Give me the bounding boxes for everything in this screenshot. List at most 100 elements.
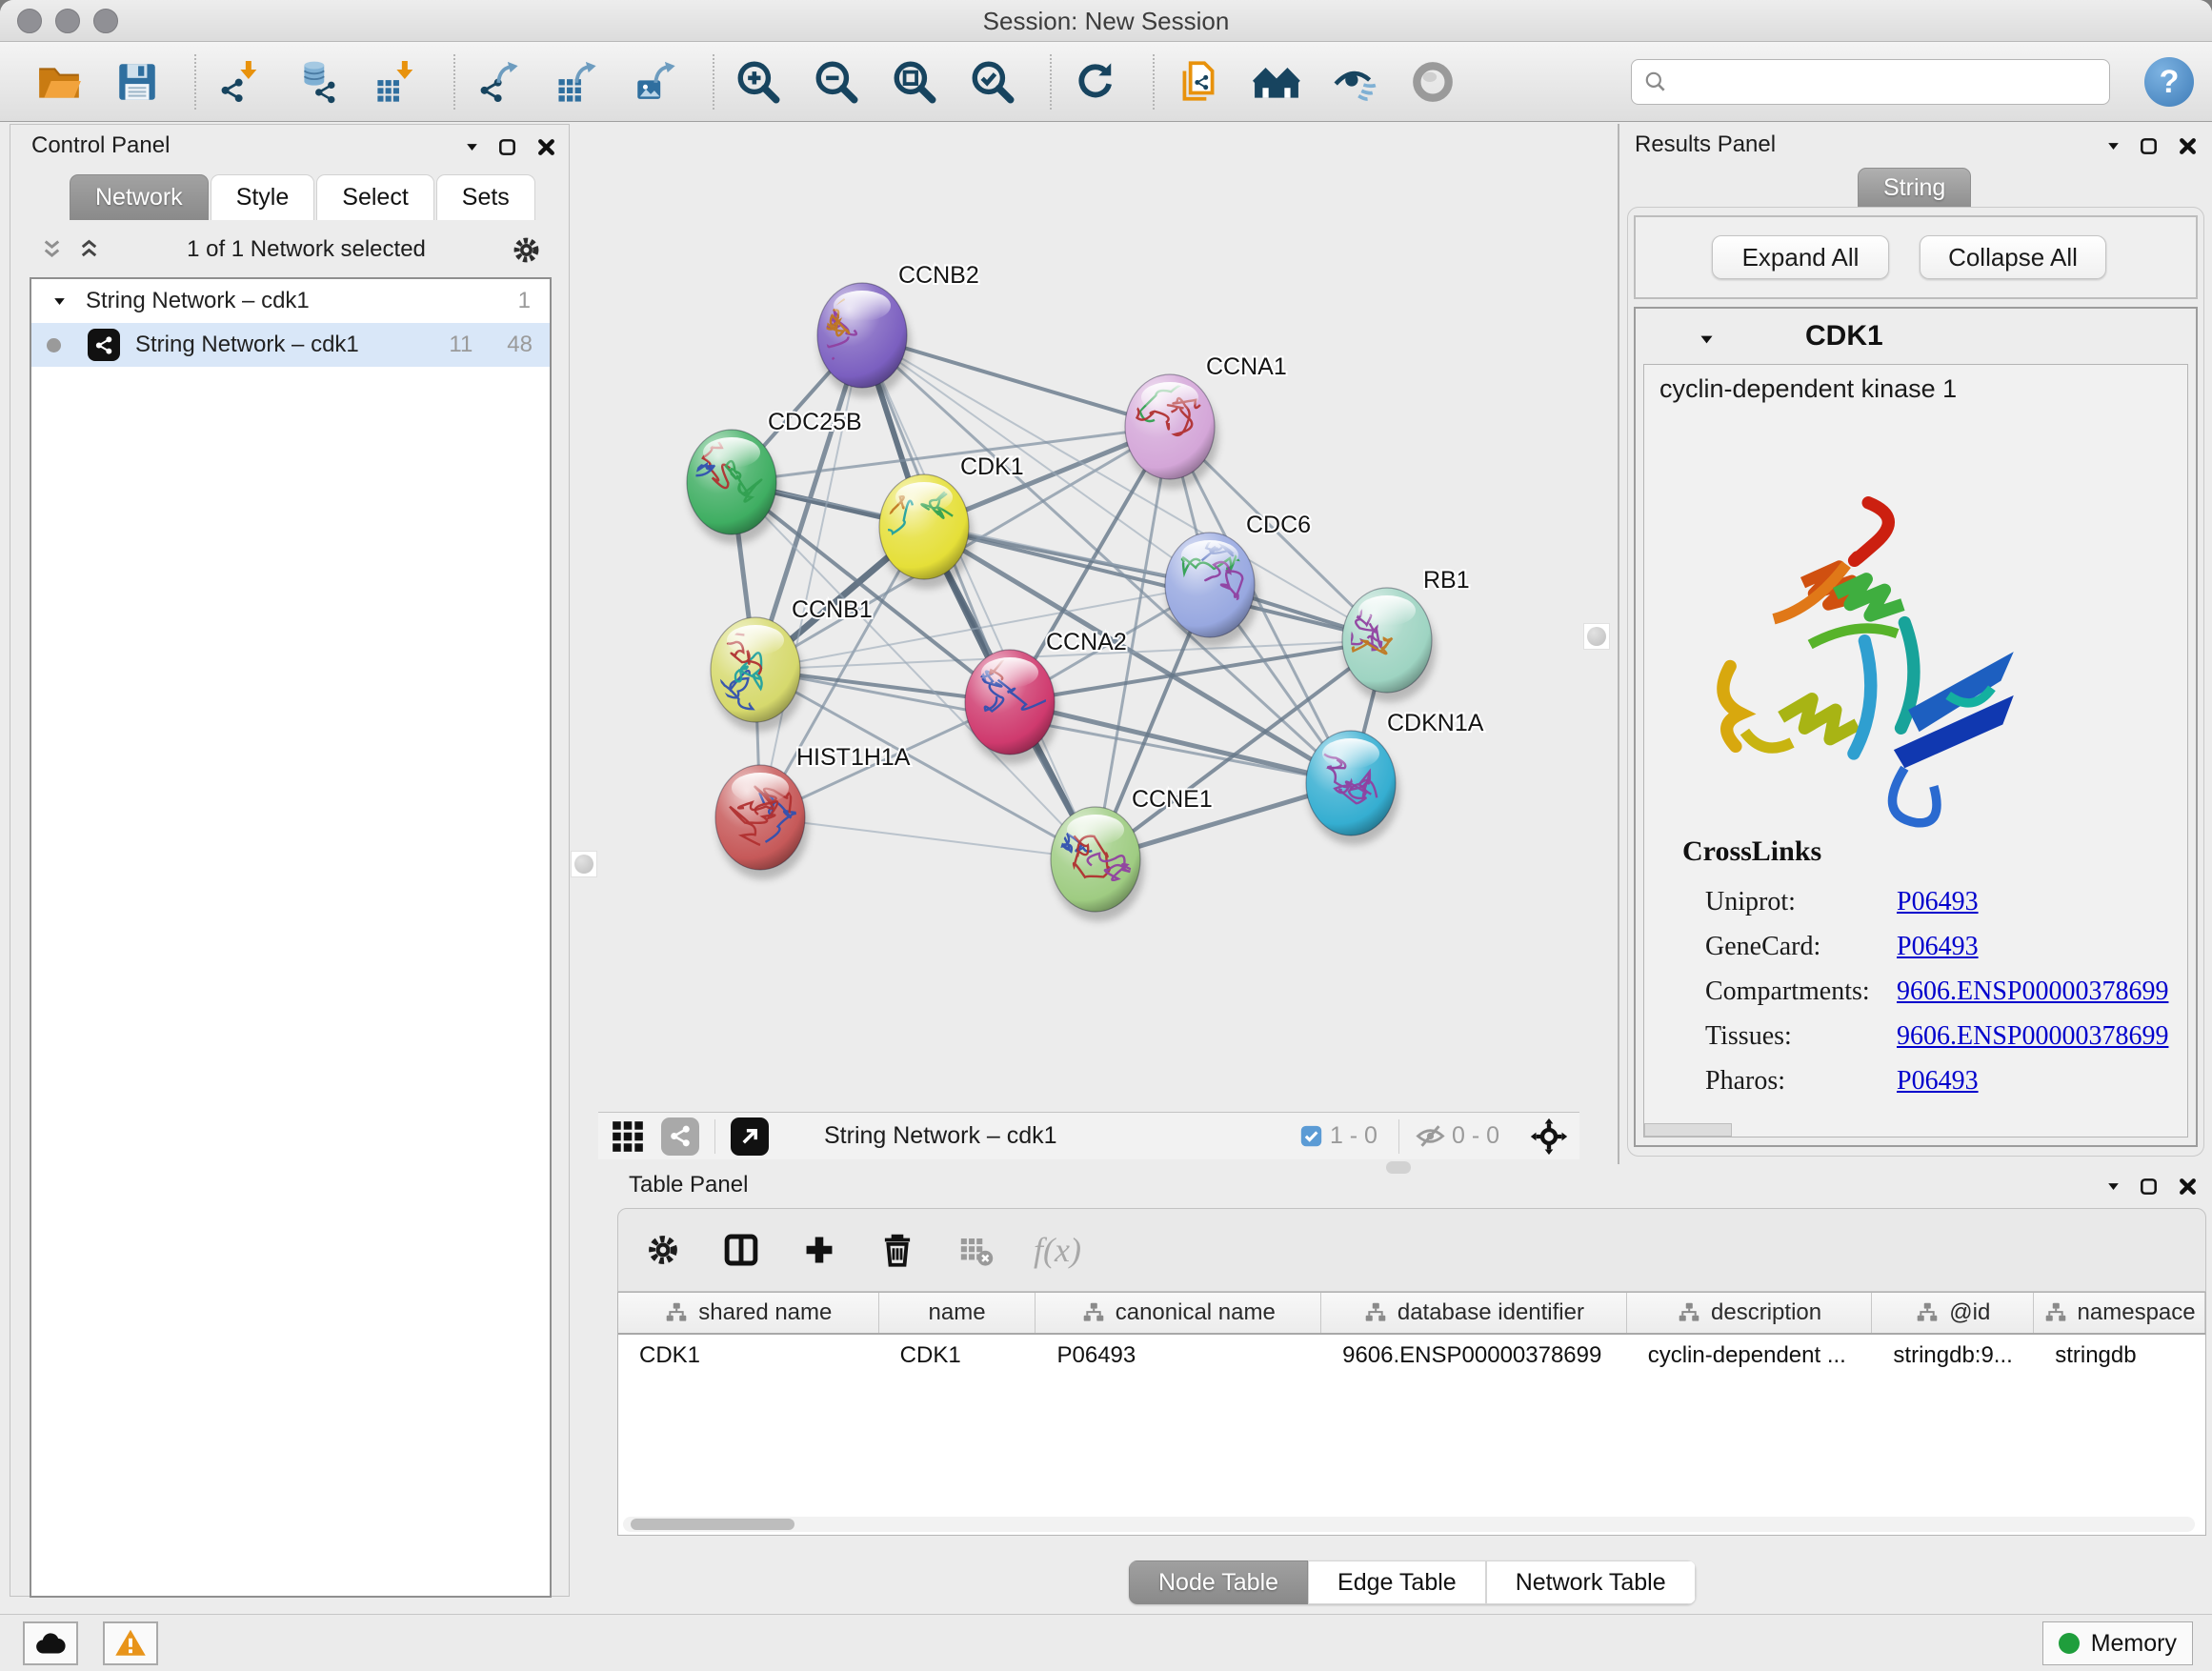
- memory-button[interactable]: Memory: [2042, 1621, 2193, 1665]
- shared-column-icon: [1081, 1300, 1106, 1325]
- column-header-description[interactable]: description: [1627, 1293, 1873, 1333]
- network-node-CDKN1A[interactable]: CDKN1A: [1270, 710, 1484, 845]
- table-cell[interactable]: CDK1: [879, 1335, 1036, 1377]
- network-node-RB1[interactable]: RB1: [1328, 567, 1470, 702]
- search-input[interactable]: [1668, 63, 2109, 101]
- expand-all-button[interactable]: Expand All: [1712, 235, 1889, 279]
- close-panel-icon[interactable]: [535, 136, 557, 158]
- column-header-shared-name[interactable]: shared name: [618, 1293, 879, 1333]
- network-node-CCNE1[interactable]: CCNE1: [1051, 786, 1213, 921]
- column-header-namespace[interactable]: namespace: [2034, 1293, 2205, 1333]
- fit-selected-target-icon[interactable]: [1530, 1117, 1568, 1156]
- crosslink-link[interactable]: 9606.ENSP00000378699: [1897, 976, 2168, 1007]
- collapse-all-networks-icon[interactable]: [39, 237, 65, 263]
- table-options-gear-icon[interactable]: [645, 1232, 681, 1268]
- export-image-button[interactable]: [629, 55, 682, 109]
- table-row[interactable]: CDK1CDK1P064939606.ENSP00000378699cyclin…: [618, 1335, 2205, 1377]
- cloud-button[interactable]: [23, 1621, 78, 1665]
- close-panel-icon[interactable]: [2177, 135, 2199, 157]
- tab-node-table[interactable]: Node Table: [1129, 1560, 1308, 1604]
- string-view-icon[interactable]: [661, 1117, 699, 1156]
- network-edge-CCNB2-CCNE1[interactable]: [862, 335, 1096, 859]
- panel-menu-icon[interactable]: [465, 140, 479, 154]
- column-header--id[interactable]: @id: [1872, 1293, 2034, 1333]
- panel-menu-icon[interactable]: [2106, 139, 2121, 153]
- network-edge-CDK1-RB1[interactable]: [924, 527, 1387, 640]
- right-splitter[interactable]: [1579, 124, 1618, 1159]
- node-label-CCNA2: CCNA2: [1046, 629, 1127, 655]
- left-splitter[interactable]: [570, 124, 598, 1159]
- gene-caret-icon[interactable]: [1699, 332, 1715, 348]
- float-panel-icon[interactable]: [2138, 135, 2160, 157]
- results-scrollbar[interactable]: [1644, 1123, 1732, 1137]
- show-graphics-details-button[interactable]: [1328, 55, 1381, 109]
- network-node-CCNA1[interactable]: CCNA1: [1114, 353, 1287, 489]
- zoom-in-button[interactable]: [732, 55, 785, 109]
- network-node-CCNB2[interactable]: CCNB2: [780, 262, 979, 397]
- grid-view-icon[interactable]: [610, 1118, 646, 1155]
- network-row[interactable]: String Network – cdk1 11 48: [31, 323, 550, 367]
- export-table-button[interactable]: [551, 55, 604, 109]
- delete-column-trash-icon[interactable]: [877, 1230, 917, 1270]
- network-canvas[interactable]: CCNB2CCNA1CDC25BCDK1CDC6RB1CCNB1CCNA2CDK…: [598, 124, 1579, 1112]
- tab-sets[interactable]: Sets: [436, 174, 535, 220]
- network-collection-row[interactable]: String Network – cdk1 1: [31, 279, 550, 323]
- import-table-from-file-button[interactable]: [370, 55, 423, 109]
- column-header-database-identifier[interactable]: database identifier: [1321, 1293, 1627, 1333]
- table-cell[interactable]: cyclin-dependent ...: [1627, 1335, 1873, 1377]
- memory-status-dot: [2059, 1633, 2080, 1654]
- zoom-fit-content-button[interactable]: [888, 55, 941, 109]
- apply-preferred-layout-button[interactable]: [1069, 55, 1122, 109]
- zoom-selected-button[interactable]: [966, 55, 1019, 109]
- tab-string[interactable]: String: [1858, 168, 1971, 208]
- import-network-from-database-button[interactable]: [292, 55, 345, 109]
- search-icon: [1643, 70, 1668, 94]
- network-node-HIST1H1A[interactable]: HIST1H1A: [715, 744, 911, 879]
- birds-eye-view-icon[interactable]: [731, 1117, 769, 1156]
- table-cell[interactable]: stringdb: [2034, 1335, 2205, 1377]
- tab-edge-table[interactable]: Edge Table: [1308, 1560, 1486, 1604]
- right-splitter-handle[interactable]: [1583, 623, 1610, 650]
- import-network-from-file-button[interactable]: [213, 55, 267, 109]
- column-header-canonical-name[interactable]: canonical name: [1036, 1293, 1321, 1333]
- show-columns-icon[interactable]: [721, 1230, 761, 1270]
- export-network-button[interactable]: [473, 55, 526, 109]
- tab-style[interactable]: Style: [211, 174, 315, 220]
- create-column-plus-icon[interactable]: [801, 1232, 837, 1268]
- zoom-out-button[interactable]: [810, 55, 863, 109]
- crosslink-link[interactable]: 9606.ENSP00000378699: [1897, 1021, 2168, 1052]
- column-header-name[interactable]: name: [879, 1293, 1036, 1333]
- warnings-button[interactable]: [103, 1621, 158, 1665]
- float-panel-icon[interactable]: [496, 136, 518, 158]
- expand-all-networks-icon[interactable]: [76, 237, 102, 263]
- table-cell[interactable]: 9606.ENSP00000378699: [1321, 1335, 1627, 1377]
- panel-menu-icon[interactable]: [2106, 1179, 2121, 1194]
- network-options-gear-icon[interactable]: [511, 234, 542, 266]
- left-splitter-handle[interactable]: [571, 851, 597, 877]
- manage-apps-button[interactable]: [1172, 55, 1225, 109]
- table-cell[interactable]: stringdb:9...: [1872, 1335, 2034, 1377]
- network-edge-CCNA2-CDKN1A[interactable]: [1010, 702, 1351, 783]
- table-cell[interactable]: P06493: [1036, 1335, 1321, 1377]
- table-scrollbar-thumb[interactable]: [631, 1519, 794, 1530]
- close-panel-icon[interactable]: [2177, 1176, 2199, 1198]
- crosslink-link[interactable]: P06493: [1897, 887, 1979, 917]
- table-cell[interactable]: CDK1: [618, 1335, 879, 1377]
- selected-checkbox-icon[interactable]: [1298, 1123, 1324, 1149]
- network-node-CDC6[interactable]: CDC6: [1165, 512, 1311, 647]
- float-panel-icon[interactable]: [2138, 1176, 2160, 1198]
- tab-network-table[interactable]: Network Table: [1486, 1560, 1696, 1604]
- crosslink-link[interactable]: P06493: [1897, 932, 1979, 962]
- home-button[interactable]: [1250, 55, 1303, 109]
- highlight-button[interactable]: [1406, 55, 1459, 109]
- crosslink-link[interactable]: P06493: [1897, 1066, 1979, 1097]
- help-button[interactable]: ?: [2144, 57, 2194, 107]
- open-session-button[interactable]: [32, 55, 86, 109]
- save-session-button[interactable]: [111, 55, 164, 109]
- tab-select[interactable]: Select: [316, 174, 433, 220]
- network-edge-CCNE1-HIST1H1A[interactable]: [760, 817, 1096, 859]
- collection-caret-icon[interactable]: [52, 294, 67, 309]
- results-panel-title: Results Panel: [1635, 131, 1776, 158]
- collapse-all-button[interactable]: Collapse All: [1920, 235, 2106, 279]
- tab-network[interactable]: Network: [70, 174, 209, 220]
